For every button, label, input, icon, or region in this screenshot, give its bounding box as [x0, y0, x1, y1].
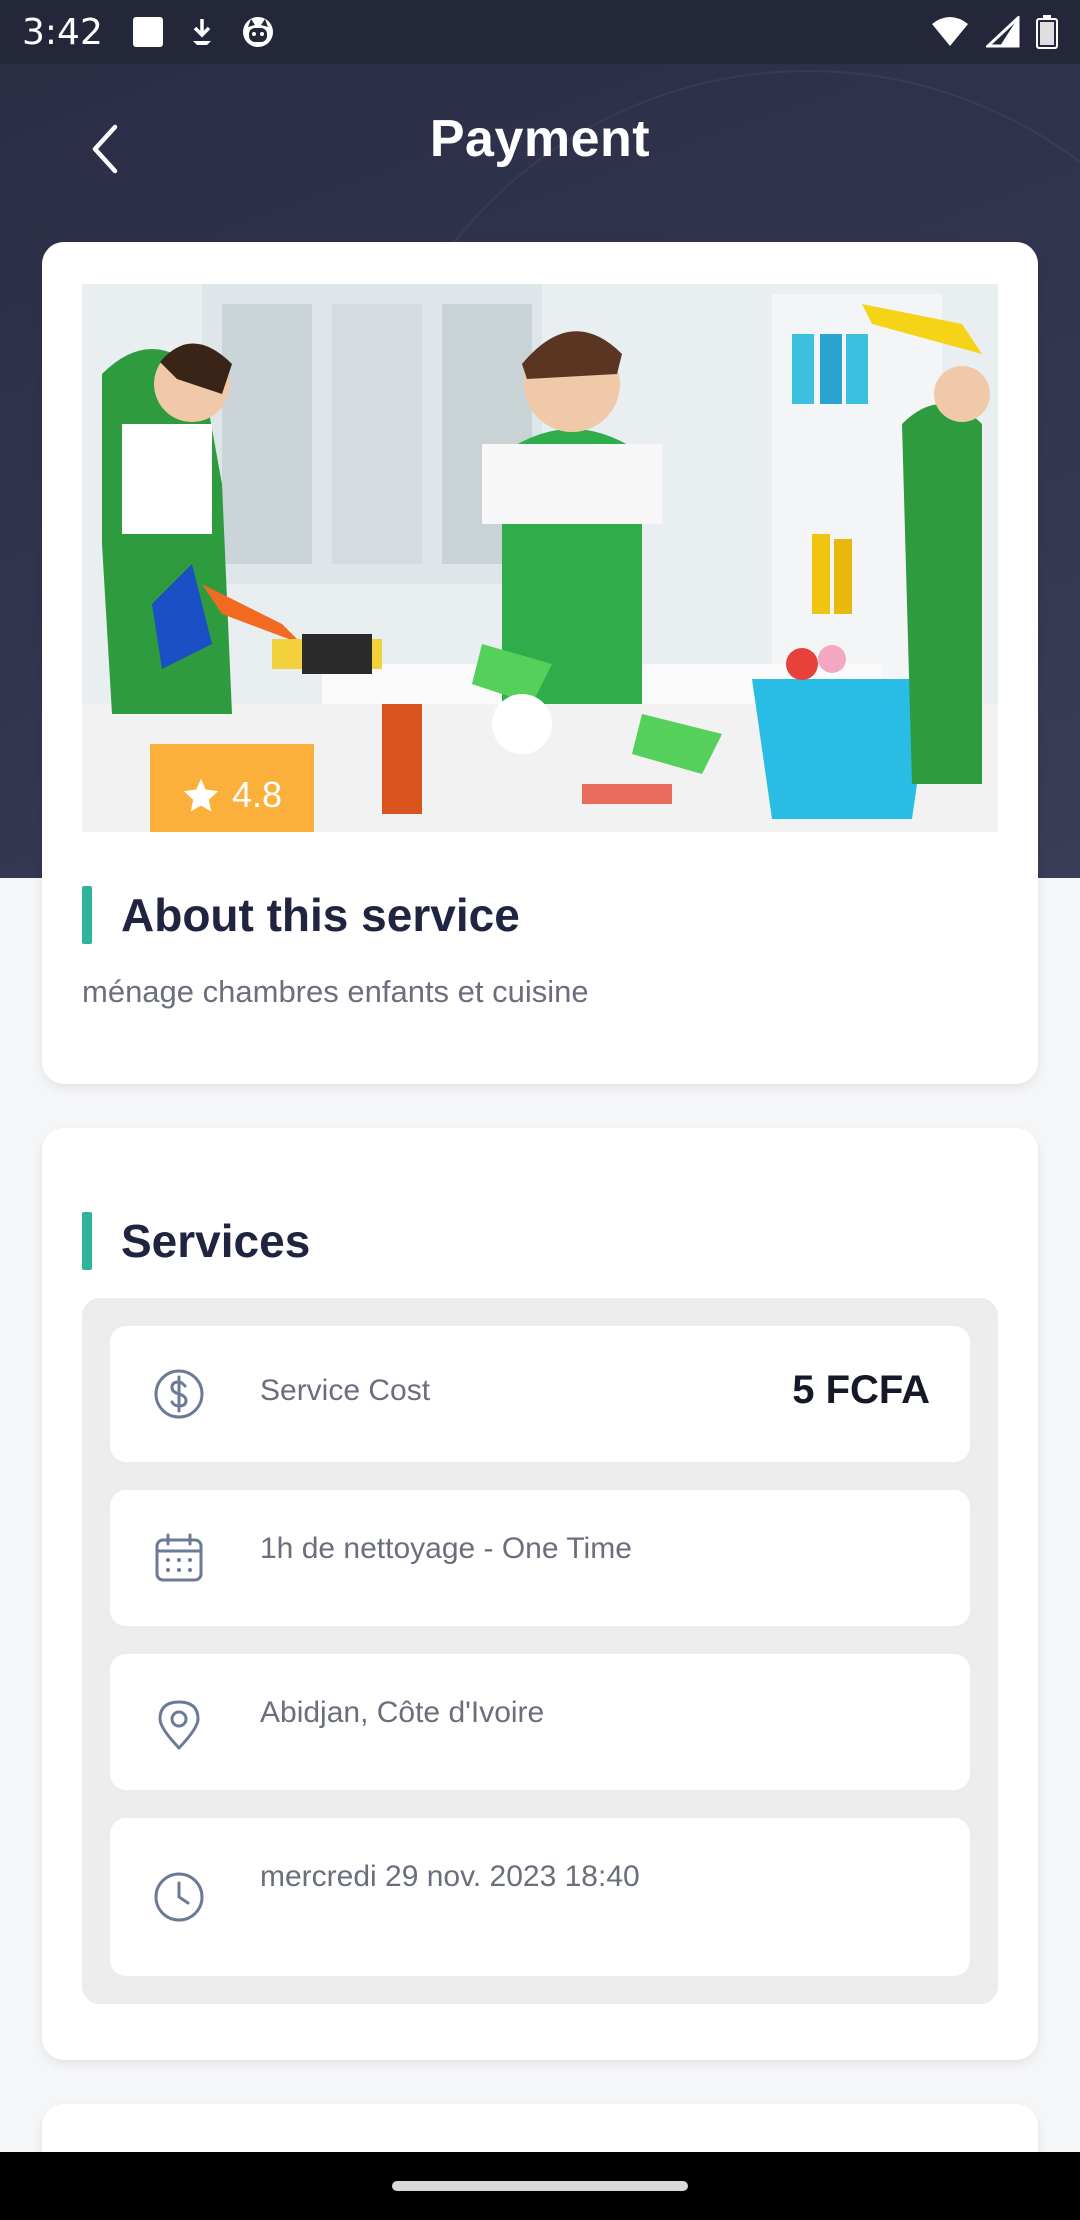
section-accent-bar — [82, 886, 92, 944]
app-header: Payment — [0, 64, 1080, 244]
chevron-left-icon — [92, 124, 118, 174]
status-bar: 3:42 — [0, 0, 1080, 64]
clock-icon — [154, 1872, 204, 1922]
service-cost-row: Service Cost 5 FCFA — [110, 1326, 970, 1462]
about-service-card: 4.8 About this service ménage chambres e… — [42, 242, 1038, 1084]
service-duration-row: 1h de nettoyage - One Time — [110, 1490, 970, 1626]
service-description: ménage chambres enfants et cuisine — [82, 974, 589, 1009]
service-cost-value: 5 FCFA — [792, 1368, 930, 1412]
star-icon — [183, 778, 219, 812]
services-list: Service Cost 5 FCFA 1h de nettoyage - On… — [82, 1298, 998, 2004]
about-section-header: About this service — [82, 886, 520, 944]
square-notification-icon — [132, 17, 163, 47]
services-section-header: Services — [82, 1212, 310, 1270]
cat-face-icon — [242, 17, 273, 47]
battery-icon — [1036, 15, 1058, 49]
download-icon — [192, 19, 211, 45]
status-time: 3:42 — [22, 11, 103, 53]
rating-badge: 4.8 — [150, 744, 314, 832]
about-section-title: About this service — [121, 889, 520, 941]
services-section-title: Services — [121, 1215, 311, 1267]
service-cost-label: Service Cost — [260, 1374, 431, 1407]
back-button[interactable] — [70, 114, 140, 184]
rating-value: 4.8 — [231, 774, 283, 815]
dollar-circle-icon — [154, 1369, 204, 1419]
service-duration-label: 1h de nettoyage - One Time — [260, 1532, 632, 1565]
location-pin-icon — [158, 1700, 200, 1750]
system-navigation-bar — [0, 2152, 1080, 2220]
section-accent-bar — [82, 1212, 92, 1270]
service-datetime-label: mercredi 29 nov. 2023 18:40 — [260, 1860, 640, 1893]
signal-icon — [986, 16, 1020, 48]
status-notification-icons — [132, 15, 275, 49]
services-card: Services Service Cost 5 FCFA 1h de netto… — [42, 1128, 1038, 2060]
wifi-icon — [932, 17, 968, 46]
page-title: Payment — [429, 110, 651, 168]
status-system-icons — [930, 15, 1058, 49]
home-indicator[interactable] — [392, 2181, 688, 2191]
service-location-label: Abidjan, Côte d'Ivoire — [260, 1696, 545, 1729]
service-datetime-row: mercredi 29 nov. 2023 18:40 — [110, 1818, 970, 1976]
service-photo: 4.8 — [82, 284, 998, 832]
calendar-icon — [155, 1533, 203, 1582]
service-location-row: Abidjan, Côte d'Ivoire — [110, 1654, 970, 1790]
